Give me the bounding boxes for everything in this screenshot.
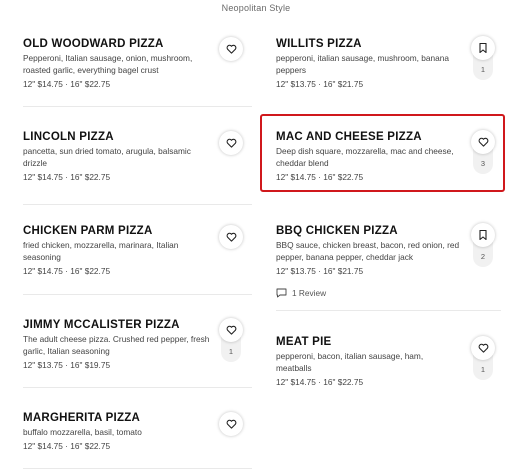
item-description: Deep dish square, mozzarella, mac and ch… [276,146,454,168]
divider [23,294,252,295]
divider [276,310,501,311]
section-title: Neopolitan Style [221,3,291,13]
item-name: BBQ CHICKEN PIZZA [276,225,398,237]
item-name: WILLITS PIZZA [276,38,362,50]
menu-item-lincoln-pizza[interactable]: LINCOLN PIZZA pancetta, sun dried tomato… [23,131,252,205]
heart-icon [226,419,236,429]
item-name: MARGHERITA PIZZA [23,412,141,424]
item-name: MAC AND CHEESE PIZZA [276,131,422,143]
item-price: 12" $13.75 · 16" $21.75 [276,79,364,89]
favorite-button[interactable] [219,131,243,155]
item-description: pepperoni, italian sausage, mushroom, ba… [276,53,449,75]
heart-icon [478,137,488,147]
bookmark-button[interactable] [471,223,495,247]
menu-item-bbq-chicken-pizza[interactable]: BBQ CHICKEN PIZZA BBQ sauce, chicken bre… [276,223,501,311]
menu-item-willits-pizza[interactable]: WILLITS PIZZA pepperoni, italian sausage… [276,36,501,107]
favorite-button[interactable] [219,37,243,61]
heart-icon [226,232,236,242]
item-name: JIMMY MCCALISTER PIZZA [23,319,180,331]
favorite-button[interactable] [219,318,243,342]
bookmark-icon [479,43,487,53]
heart-icon [478,343,488,353]
divider [23,204,252,205]
menu-item-chicken-parm-pizza[interactable]: CHICKEN PARM PIZZA fried chicken, mozzar… [23,225,252,295]
favorite-counter: 3 [471,130,495,174]
item-price: 12" $13.75 · 16" $19.75 [23,360,111,370]
item-price: 12" $14.75 · 16" $22.75 [23,172,111,182]
comment-icon [276,288,287,298]
bookmark-count: 1 [480,65,486,74]
divider [23,387,252,388]
favorite-counter: 1 [219,318,243,362]
heart-icon [226,138,236,148]
divider [23,106,252,107]
item-price: 12" $14.75 · 16" $22.75 [276,172,364,182]
item-description: pancetta, sun dried tomato, arugula, bal… [23,146,191,168]
item-name: OLD WOODWARD PIZZA [23,38,164,50]
bookmark-button[interactable] [471,36,495,60]
favorite-count: 3 [480,159,486,168]
favorite-button[interactable] [219,225,243,249]
bookmark-counter: 2 [471,223,495,267]
item-name: MEAT PIE [276,336,332,348]
item-description: buffalo mozzarella, basil, tomato [23,427,142,437]
menu-item-old-woodward-pizza[interactable]: OLD WOODWARD PIZZA Pepperoni, Italian sa… [23,37,252,107]
item-price: 12" $14.75 · 16" $22.75 [23,79,111,89]
favorite-count: 1 [480,365,486,374]
menu-item-meat-pie[interactable]: MEAT PIE pepperoni, bacon, italian sausa… [276,336,501,392]
item-price: 12" $13.75 · 16" $21.75 [276,266,364,276]
favorite-button[interactable] [219,412,243,436]
item-name: CHICKEN PARM PIZZA [23,225,153,237]
item-description: pepperoni, bacon, italian sausage, ham, … [276,351,424,373]
item-description: BBQ sauce, chicken breast, bacon, red on… [276,240,460,262]
item-price: 12" $14.75 · 16" $22.75 [23,266,111,276]
item-price: 12" $14.75 · 16" $22.75 [23,441,111,451]
item-price: 12" $14.75 · 16" $22.75 [276,377,364,387]
bookmark-icon [479,230,487,240]
bookmark-counter: 1 [471,36,495,80]
menu-item-jimmy-mccalister-pizza[interactable]: JIMMY MCCALISTER PIZZA The adult cheese … [23,318,252,388]
divider [23,468,252,469]
menu-item-margherita-pizza[interactable]: MARGHERITA PIZZA buffalo mozzarella, bas… [23,412,252,469]
item-description: Pepperoni, Italian sausage, onion, mushr… [23,53,193,75]
heart-icon [226,44,236,54]
item-description: fried chicken, mozzarella, marinara, Ita… [23,240,179,262]
heart-icon [226,325,236,335]
bookmark-count: 2 [480,252,486,261]
menu-item-mac-and-cheese-pizza[interactable]: MAC AND CHEESE PIZZA Deep dish square, m… [276,130,501,189]
item-name: LINCOLN PIZZA [23,131,114,143]
item-description: The adult cheese pizza. Crushed red pepp… [23,334,210,356]
review-count: 1 Review [292,288,327,298]
review-link[interactable]: 1 Review [276,288,326,298]
favorite-count: 1 [228,347,234,356]
favorite-button[interactable] [471,130,495,154]
favorite-counter: 1 [471,336,495,380]
favorite-button[interactable] [471,336,495,360]
